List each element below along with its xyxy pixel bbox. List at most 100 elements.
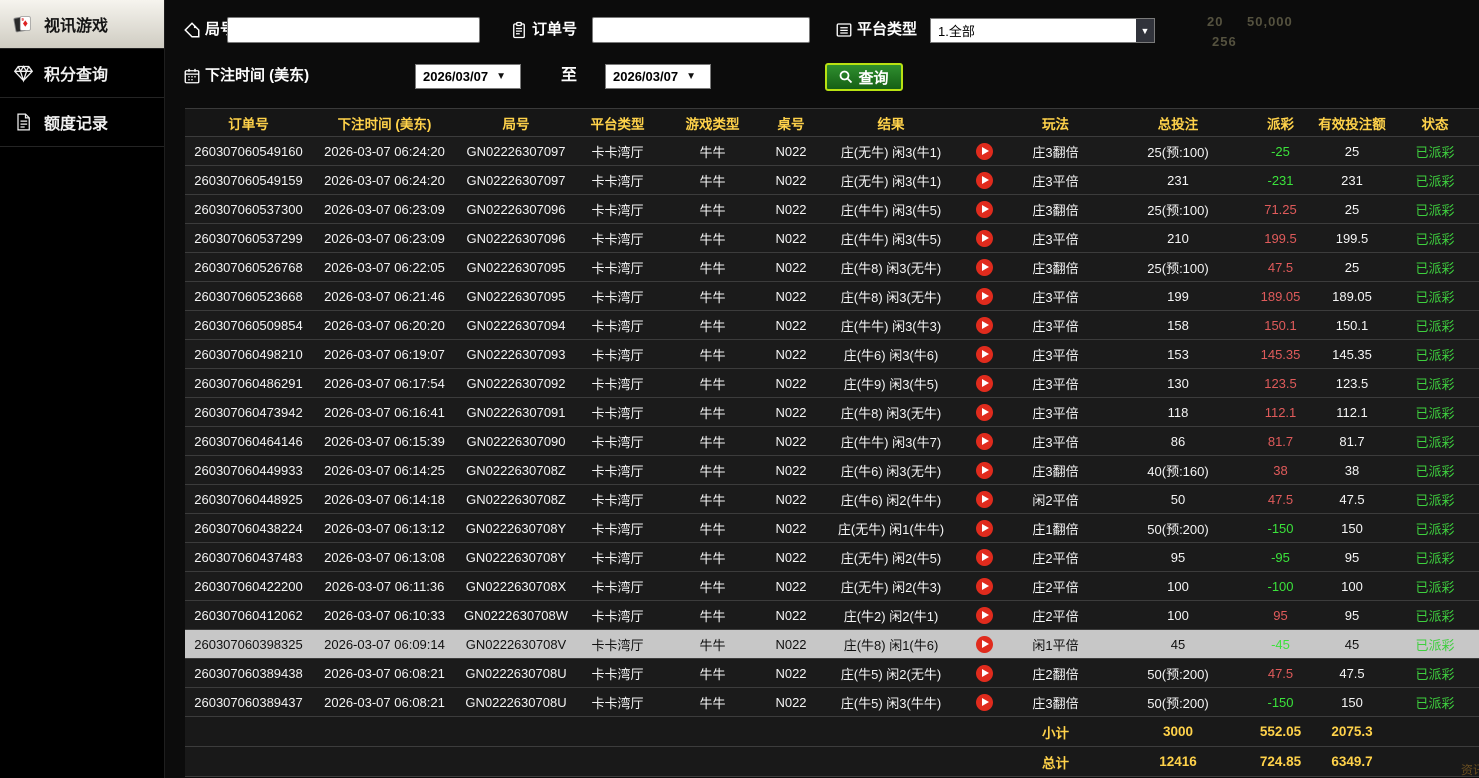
play-button[interactable] [976, 433, 993, 450]
search-button[interactable]: 查询 [825, 63, 903, 91]
table-row[interactable]: 2603070604862912026-03-07 06:17:54GN0222… [185, 369, 1479, 398]
cell-status: 已派彩 [1391, 142, 1479, 161]
cell-bet-time: 2026-03-07 06:09:14 [312, 637, 457, 652]
cell-bet-time: 2026-03-07 06:22:05 [312, 260, 457, 275]
cell-table-number: N022 [765, 695, 817, 710]
cell-bet-time: 2026-03-07 06:08:21 [312, 695, 457, 710]
cell-result: 庄(无牛) 闲1(牛牛) [817, 519, 965, 538]
play-cell [965, 520, 1003, 537]
cell-result: 庄(牛牛) 闲3(牛5) [817, 200, 965, 219]
table-row[interactable]: 2603070604982102026-03-07 06:19:07GN0222… [185, 340, 1479, 369]
cell-status: 已派彩 [1391, 374, 1479, 393]
cell-order-number: 260307060389438 [185, 666, 312, 681]
table-row[interactable]: 2603070605098542026-03-07 06:20:20GN0222… [185, 311, 1479, 340]
table-row[interactable]: 2603070603894382026-03-07 06:08:21GN0222… [185, 659, 1479, 688]
cell-table-number: N022 [765, 463, 817, 478]
cell-payout: -45 [1248, 637, 1313, 652]
round-number-input[interactable] [227, 17, 480, 43]
table-row[interactable]: 2603070604489252026-03-07 06:14:18GN0222… [185, 485, 1479, 514]
table-row[interactable]: 2603070604374832026-03-07 06:13:08GN0222… [185, 543, 1479, 572]
cell-bet-type: 庄2平倍 [1003, 577, 1108, 596]
list-icon [835, 21, 853, 39]
table-row[interactable]: 2603070605491602026-03-07 06:24:20GN0222… [185, 137, 1479, 166]
table-row[interactable]: 2603070603894372026-03-07 06:08:21GN0222… [185, 688, 1479, 717]
cell-bet-type: 庄3平倍 [1003, 432, 1108, 451]
cell-platform-type: 卡卡湾厅 [575, 229, 660, 248]
sidebar-item-credit-records[interactable]: 额度记录 [0, 98, 164, 147]
play-button[interactable] [976, 462, 993, 479]
table-row[interactable]: 2603070605267682026-03-07 06:22:05GN0222… [185, 253, 1479, 282]
cell-round-number: GN02226307097 [457, 144, 575, 159]
cell-order-number: 260307060509854 [185, 318, 312, 333]
cell-valid-bet: 112.1 [1313, 405, 1391, 420]
table-header-col-result: 结果 [817, 113, 965, 133]
play-cell [965, 578, 1003, 595]
play-button[interactable] [976, 404, 993, 421]
cell-payout: 71.25 [1248, 202, 1313, 217]
table-row[interactable]: 2603070604120622026-03-07 06:10:33GN0222… [185, 601, 1479, 630]
platform-type-select[interactable]: 1.全部 ▼ [930, 18, 1155, 43]
play-button[interactable] [976, 346, 993, 363]
table-row[interactable]: 2603070605491592026-03-07 06:24:20GN0222… [185, 166, 1479, 195]
play-icon [982, 669, 989, 677]
play-button[interactable] [976, 259, 993, 276]
table-row[interactable]: 2603070604382242026-03-07 06:13:12GN0222… [185, 514, 1479, 543]
table-row[interactable]: 2603070603983252026-03-07 06:09:14GN0222… [185, 630, 1479, 659]
play-button[interactable] [976, 375, 993, 392]
date-from-select[interactable]: 2026/03/07 ▼ [415, 64, 521, 89]
table-row[interactable]: 2603070604739422026-03-07 06:16:41GN0222… [185, 398, 1479, 427]
play-icon [982, 263, 989, 271]
cell-payout: 47.5 [1248, 260, 1313, 275]
play-button[interactable] [976, 143, 993, 160]
table-row[interactable]: 2603070605236682026-03-07 06:21:46GN0222… [185, 282, 1479, 311]
play-button[interactable] [976, 317, 993, 334]
table-row[interactable]: 2603070604499332026-03-07 06:14:25GN0222… [185, 456, 1479, 485]
order-number-input[interactable] [592, 17, 810, 43]
play-button[interactable] [976, 578, 993, 595]
play-button[interactable] [976, 172, 993, 189]
bet-time-label: 下注时间 (美东) [205, 63, 309, 89]
cell-total-bet: 45 [1108, 637, 1248, 652]
cell-result: 庄(牛6) 闲3(牛6) [817, 345, 965, 364]
table-row[interactable]: 2603070605372992026-03-07 06:23:09GN0222… [185, 224, 1479, 253]
cell-valid-bet: 145.35 [1313, 347, 1391, 362]
table-row[interactable]: 2603070604641462026-03-07 06:15:39GN0222… [185, 427, 1479, 456]
cell-order-number: 260307060523668 [185, 289, 312, 304]
table-row[interactable]: 2603070604222002026-03-07 06:11:36GN0222… [185, 572, 1479, 601]
cell-bet-type: 庄3翻倍 [1003, 461, 1108, 480]
cell-bet-time: 2026-03-07 06:13:08 [312, 550, 457, 565]
play-button[interactable] [976, 694, 993, 711]
grand-total-row: 总计 12416 724.85 6349.7 [185, 747, 1479, 777]
play-button[interactable] [976, 230, 993, 247]
cell-payout: -95 [1248, 550, 1313, 565]
play-button[interactable] [976, 549, 993, 566]
cell-platform-type: 卡卡湾厅 [575, 548, 660, 567]
grand-total-label: 总计 [1003, 752, 1108, 772]
date-to-select[interactable]: 2026/03/07 ▼ [605, 64, 711, 89]
play-button[interactable] [976, 665, 993, 682]
table-row[interactable]: 2603070605373002026-03-07 06:23:09GN0222… [185, 195, 1479, 224]
cell-status: 已派彩 [1391, 519, 1479, 538]
play-icon [982, 466, 989, 474]
cell-result: 庄(牛5) 闲3(牛牛) [817, 693, 965, 712]
cell-payout: 47.5 [1248, 492, 1313, 507]
play-button[interactable] [976, 288, 993, 305]
play-button[interactable] [976, 491, 993, 508]
sidebar-item-video-games[interactable]: 9 视讯游戏 [0, 0, 164, 49]
cell-round-number: GN02226307090 [457, 434, 575, 449]
sidebar-item-label: 额度记录 [44, 110, 108, 134]
play-button[interactable] [976, 520, 993, 537]
play-button[interactable] [976, 201, 993, 218]
cell-table-number: N022 [765, 637, 817, 652]
play-cell [965, 694, 1003, 711]
cell-game-type: 牛牛 [660, 316, 765, 335]
cell-total-bet: 118 [1108, 405, 1248, 420]
play-button[interactable] [976, 636, 993, 653]
cell-total-bet: 50 [1108, 492, 1248, 507]
cell-result: 庄(牛2) 闲2(牛1) [817, 606, 965, 625]
sidebar-item-points-query[interactable]: 积分查询 [0, 49, 164, 98]
play-cell [965, 201, 1003, 218]
cell-game-type: 牛牛 [660, 345, 765, 364]
grand-total-total-bet: 12416 [1108, 754, 1248, 769]
play-button[interactable] [976, 607, 993, 624]
